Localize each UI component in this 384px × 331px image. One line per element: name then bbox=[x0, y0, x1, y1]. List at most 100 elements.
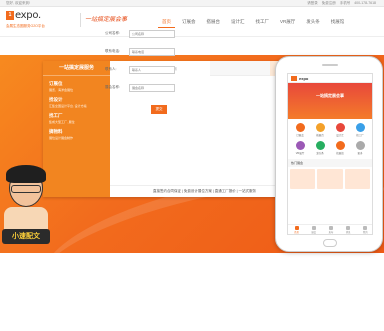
grid-item[interactable]: 找工厂 bbox=[350, 123, 370, 137]
grid-item[interactable]: 订展会 bbox=[290, 123, 310, 137]
contact-label: 联系人: bbox=[105, 67, 117, 71]
more-icon bbox=[355, 141, 365, 150]
nav-item-factory[interactable]: 找工厂 bbox=[252, 17, 274, 28]
app-tab-expo[interactable]: 展会 bbox=[311, 225, 317, 234]
app-card[interactable] bbox=[317, 169, 343, 189]
logo-text[interactable]: expo. bbox=[15, 10, 41, 21]
expo-icon bbox=[295, 123, 305, 132]
mascot-hair bbox=[6, 165, 46, 183]
welcome-text: 您好, 欢迎来到! bbox=[6, 1, 30, 5]
service-item-title: 搞物料 bbox=[49, 129, 63, 134]
app-tab-profile[interactable]: 我的 bbox=[363, 225, 368, 234]
form-row: 联系人: bbox=[105, 64, 175, 75]
vr-icon bbox=[295, 141, 305, 150]
phone-input[interactable] bbox=[129, 47, 175, 56]
app-banner[interactable]: 一站搞定展会事 bbox=[288, 83, 372, 119]
mascot-glasses bbox=[11, 185, 41, 193]
app-logo-icon bbox=[291, 75, 297, 81]
main-nav: 首页 订展会 搭展台 设计汇 找工厂 VR展厅 发头条 找展馆 bbox=[158, 17, 351, 28]
grid-item[interactable]: 搭展台 bbox=[310, 123, 330, 137]
grid-label: 找展馆 bbox=[336, 152, 344, 155]
service-card: 一站搞定展服务 订展位 展览、海洋会展位 找设计 汇集全国设计平台, 设计方案 … bbox=[43, 61, 307, 197]
service-item-title: 找设计 bbox=[49, 97, 63, 102]
nav-item-design[interactable]: 设计汇 bbox=[227, 17, 249, 28]
booking-form: 公司名称: 联系电话: 联系人: 展会名称: bbox=[105, 28, 175, 100]
grid-label: 搭展台 bbox=[316, 134, 324, 137]
login-link[interactable]: 请登录 bbox=[307, 1, 318, 6]
phone-preview: expo 一站搞定展会事 订展会 搭展台 设计汇 找工厂 VR展厅 发头条 找展… bbox=[275, 56, 383, 252]
venue-icon bbox=[335, 141, 345, 150]
expo-name-input[interactable] bbox=[129, 83, 175, 92]
hotline-text: 400-178-7618 bbox=[354, 1, 376, 5]
expo-name-label: 展会名称: bbox=[105, 85, 120, 89]
app-tab-messages[interactable]: 消息 bbox=[345, 225, 351, 234]
service-panel-title: 一站搞定展服务 bbox=[43, 61, 110, 76]
company-label: 公司名称: bbox=[105, 31, 120, 35]
grid-label: 发头条 bbox=[316, 152, 324, 155]
nav-item-vr-hall[interactable]: VR展厅 bbox=[276, 17, 299, 28]
app-tab-label: 首页 bbox=[294, 231, 299, 234]
grid-label: 设计汇 bbox=[336, 134, 344, 137]
app-tab-bar: 首页 展会 发布 消息 我的 bbox=[288, 224, 372, 234]
grid-item[interactable]: 更多 bbox=[350, 141, 370, 155]
service-item-desc: 展位设计展会制作 bbox=[49, 136, 74, 140]
app-tab-label: 消息 bbox=[345, 231, 351, 234]
app-section-title: 热门展会 bbox=[288, 159, 372, 167]
top-links: 请登录 免费注册 手机号 400-178-7618 bbox=[307, 1, 376, 6]
mascot-tag: 小速配文 bbox=[2, 229, 50, 244]
form-row: 公司名称: bbox=[105, 28, 175, 39]
app-tab-home[interactable]: 首页 bbox=[294, 225, 299, 234]
phone-screen: expo 一站搞定展会事 订展会 搭展台 设计汇 找工厂 VR展厅 发头条 找展… bbox=[287, 73, 373, 235]
top-bar: 您好, 欢迎来到! 请登录 免费注册 手机号 400-178-7618 bbox=[0, 0, 384, 7]
phone-home-button bbox=[323, 239, 337, 247]
nav-item-news[interactable]: 发头条 bbox=[302, 17, 324, 28]
app-tab-label: 展会 bbox=[311, 231, 317, 234]
service-list-panel: 一站搞定展服务 订展位 展览、海洋会展位 找设计 汇集全国设计平台, 设计方案 … bbox=[43, 61, 110, 197]
company-input[interactable] bbox=[129, 29, 175, 38]
grid-item[interactable]: 发头条 bbox=[310, 141, 330, 155]
service-item[interactable]: 搞物料 展位设计展会制作 bbox=[43, 124, 110, 140]
booth-icon bbox=[315, 123, 325, 132]
phone-speaker bbox=[322, 64, 338, 66]
nav-item-venue[interactable]: 找展馆 bbox=[327, 17, 349, 28]
news-icon bbox=[315, 141, 325, 150]
grid-item[interactable]: 设计汇 bbox=[330, 123, 350, 137]
app-tab-label: 发布 bbox=[328, 231, 334, 234]
nav-item-home[interactable]: 首页 bbox=[158, 17, 175, 28]
logo-mark[interactable]: 1 bbox=[6, 11, 14, 20]
mobile-link[interactable]: 手机号 bbox=[340, 1, 351, 6]
submit-button[interactable]: 提交 bbox=[151, 105, 167, 114]
slogan: 一站搞定展会事 bbox=[80, 13, 138, 27]
nav-item-build-booth[interactable]: 搭展台 bbox=[203, 17, 225, 28]
form-row: 联系电话: bbox=[105, 46, 175, 57]
app-name: expo bbox=[299, 75, 309, 81]
service-item[interactable]: 找设计 汇集全国设计平台, 设计方案 bbox=[43, 92, 110, 108]
app-card[interactable] bbox=[290, 169, 316, 189]
service-item-title: 找工厂 bbox=[49, 113, 63, 118]
app-header: expo bbox=[288, 74, 372, 83]
grid-label: 更多 bbox=[357, 152, 363, 155]
register-link[interactable]: 免费注册 bbox=[322, 1, 336, 6]
grid-item[interactable]: 找展馆 bbox=[330, 141, 350, 155]
app-card[interactable] bbox=[344, 169, 370, 189]
nav-item-book-expo[interactable]: 订展会 bbox=[178, 17, 200, 28]
factory-icon bbox=[355, 123, 365, 132]
design-icon bbox=[335, 123, 345, 132]
grid-label: 订展会 bbox=[296, 134, 304, 137]
grid-label: VR展厅 bbox=[295, 152, 305, 155]
form-row: 展会名称: bbox=[105, 82, 175, 93]
service-item-title: 订展位 bbox=[49, 81, 63, 86]
grid-label: 找工厂 bbox=[356, 134, 364, 137]
service-item[interactable]: 找工厂 集成大型工厂, 展位 bbox=[43, 108, 110, 124]
app-tab-publish[interactable]: 发布 bbox=[328, 225, 334, 234]
guarantee-note: 直接签约合同保证 | 免费设计展位方案 | 直通工厂报价 | 一站式服务 bbox=[110, 185, 276, 197]
phone-label: 联系电话: bbox=[105, 49, 120, 53]
contact-input[interactable] bbox=[129, 65, 175, 74]
app-card-list bbox=[288, 167, 372, 191]
grid-item[interactable]: VR展厅 bbox=[290, 141, 310, 155]
service-item[interactable]: 订展位 展览、海洋会展位 bbox=[43, 76, 110, 92]
app-feature-grid: 订展会 搭展台 设计汇 找工厂 VR展厅 发头条 找展馆 更多 bbox=[288, 119, 372, 159]
mascot-avatar[interactable]: 小速配文 bbox=[0, 165, 52, 253]
app-tab-label: 我的 bbox=[363, 231, 368, 234]
logo-tagline: 会展生态圈服务O2O平台 bbox=[6, 24, 45, 28]
